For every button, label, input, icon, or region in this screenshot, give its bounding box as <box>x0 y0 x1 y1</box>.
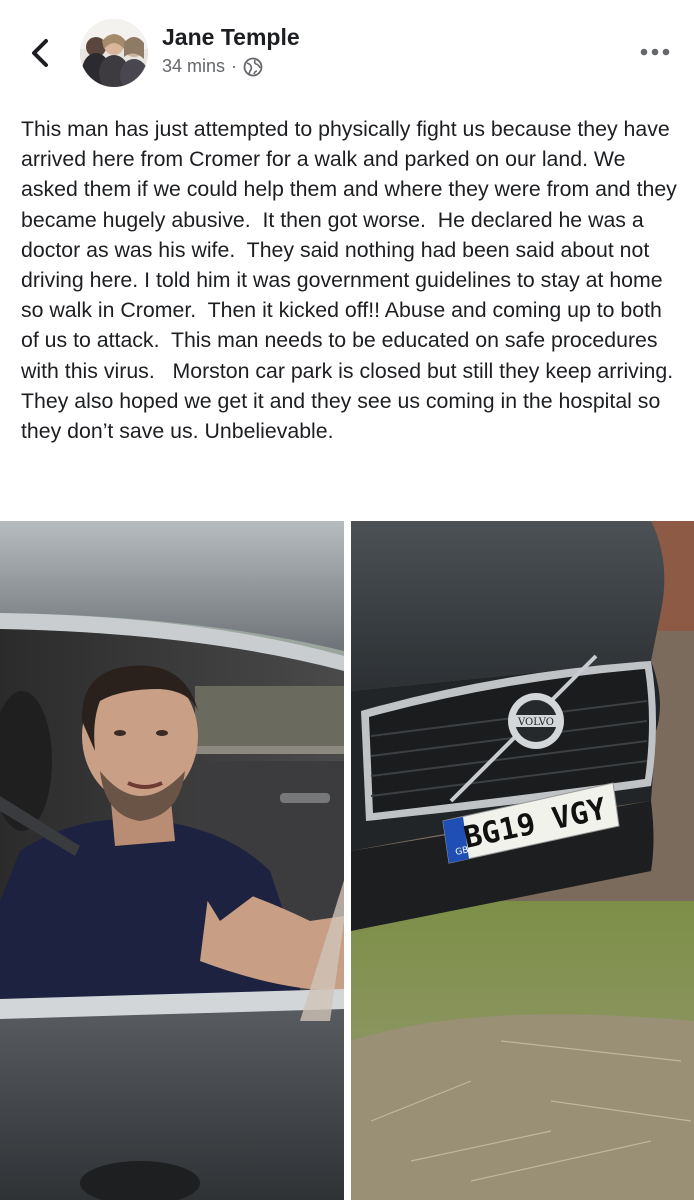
avatar[interactable] <box>80 19 148 87</box>
volvo-badge-text: VOLVO <box>517 717 554 728</box>
post-body-text: This man has just attempted to physicall… <box>21 117 685 444</box>
post-header: Jane Temple 34 mins · <box>0 0 694 100</box>
chevron-left-icon <box>32 39 48 67</box>
timestamp[interactable]: 34 mins <box>162 56 225 77</box>
more-horizontal-icon <box>640 48 670 56</box>
author-name[interactable]: Jane Temple <box>162 24 300 51</box>
globe-icon <box>243 57 263 76</box>
car-front-photo[interactable]: VOLVO GB BG19 VGY <box>351 521 694 1200</box>
photo-grid: VOLVO GB BG19 VGY <box>0 521 694 1200</box>
man-in-car-photo[interactable] <box>0 521 344 1200</box>
back-button[interactable] <box>26 36 54 70</box>
meta-separator: · <box>231 56 238 76</box>
post-meta: 34 mins · <box>162 56 263 77</box>
more-options-button[interactable] <box>638 42 672 62</box>
